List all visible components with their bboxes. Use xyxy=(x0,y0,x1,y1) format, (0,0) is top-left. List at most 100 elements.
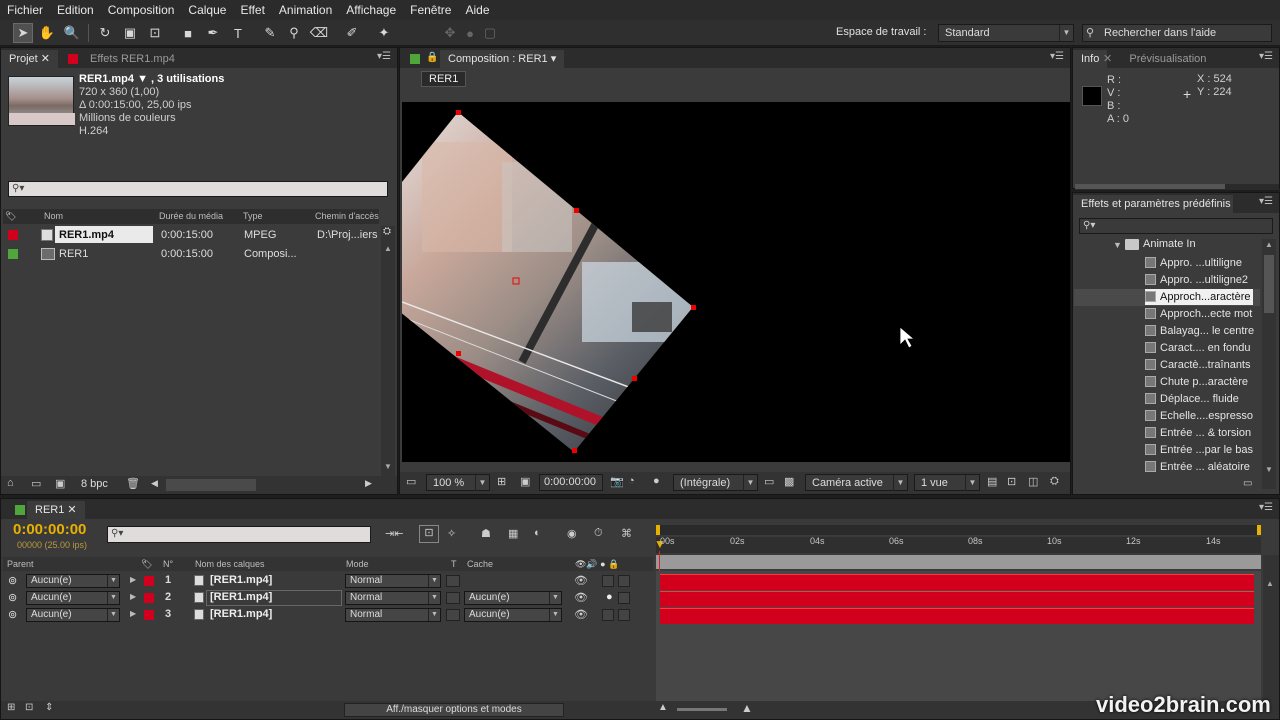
scroll-down-icon[interactable]: ▼ xyxy=(1265,465,1273,474)
project-scrollbar[interactable]: ⛭ ▲ ▼ xyxy=(381,226,395,476)
auto-keyframe-icon[interactable]: ⏱ xyxy=(594,527,603,540)
flowchart-icon[interactable]: ⛭ xyxy=(1050,475,1059,488)
table-row[interactable]: RER1.mp4 0:00:15:00 MPEG D:\Proj...iers xyxy=(3,226,379,244)
roto-brush-icon[interactable]: ✐ xyxy=(342,23,362,43)
effect-preset-item[interactable]: Entrée ...par le bas xyxy=(1145,442,1253,458)
eraser-tool-icon[interactable]: ⌫ xyxy=(309,23,329,43)
menu-affichage[interactable]: Affichage xyxy=(339,0,403,20)
scroll-up-icon[interactable]: ▲ xyxy=(1265,240,1273,249)
toggle-switches-modes-button[interactable]: Aff./masquer options et modes xyxy=(344,703,564,717)
label-swatch[interactable] xyxy=(144,576,154,586)
scroll-up-icon[interactable]: ▲ xyxy=(384,244,392,253)
parent-pickwhip-icon[interactable]: ⊚ xyxy=(8,574,17,587)
show-snapshot-icon[interactable]: ◔ xyxy=(628,475,635,487)
rectangle-tool-icon[interactable]: ■ xyxy=(178,23,198,43)
effect-preset-item[interactable]: Caract.... en fondu xyxy=(1145,340,1251,356)
scroll-up-icon[interactable]: ▲ xyxy=(1266,579,1274,588)
snapshot-icon[interactable]: 📷 xyxy=(610,475,624,488)
transform-handle[interactable] xyxy=(691,305,696,310)
trash-icon[interactable]: 🗑 xyxy=(126,477,140,490)
layer-duration-bar[interactable] xyxy=(660,574,1254,590)
rotate-tool-icon[interactable]: ↻ xyxy=(95,23,115,43)
camera-tool-icon[interactable]: ▣ xyxy=(120,23,140,43)
help-search-input[interactable]: Rechercher dans l'aide xyxy=(1104,27,1216,39)
transform-handle[interactable] xyxy=(632,376,637,381)
axis-mode-icon[interactable]: ✥ xyxy=(440,23,460,43)
region-of-interest-icon[interactable]: ▭ xyxy=(764,475,774,488)
views-select[interactable]: 1 vue ▼ xyxy=(914,474,980,491)
lock-toggle[interactable] xyxy=(618,609,630,621)
help-search-box[interactable]: ⚲ Rechercher dans l'aide xyxy=(1082,24,1272,42)
eye-icon[interactable]: 👁 xyxy=(574,574,588,587)
layer-duration-bar[interactable] xyxy=(660,608,1254,624)
panel-menu-icon[interactable]: ▾☰ xyxy=(1259,196,1273,207)
folder-animate-in[interactable]: Animate In xyxy=(1143,238,1196,250)
timeline-icon[interactable]: ◫ xyxy=(1028,475,1038,488)
shy-layers-icon[interactable]: ☗ xyxy=(481,527,491,540)
scroll-down-icon[interactable]: ▼ xyxy=(384,462,392,471)
expand-layer-icon[interactable]: ▶ xyxy=(130,609,136,618)
col-type[interactable]: Type xyxy=(243,209,263,223)
preserve-transparency-checkbox[interactable] xyxy=(446,592,460,604)
interpret-footage-icon[interactable]: ⌂ xyxy=(7,477,14,489)
timeline-timecode[interactable]: 0:00:00:00 xyxy=(13,521,86,538)
track-matte-select[interactable]: Aucun(e) ▼ xyxy=(464,608,562,622)
menu-fenetre[interactable]: Fenêtre xyxy=(403,0,458,20)
timeline-search-input[interactable]: ⚲▾ xyxy=(107,526,371,543)
timeline-scrollbar[interactable]: ▲ xyxy=(1263,555,1279,705)
zoom-in-icon[interactable]: ▲ xyxy=(741,701,753,715)
parent-pickwhip-icon[interactable]: ⊚ xyxy=(8,608,17,621)
info-scrollbar[interactable] xyxy=(1075,184,1225,189)
col-mode[interactable]: Mode xyxy=(346,557,369,571)
solo-toggle[interactable] xyxy=(602,575,614,587)
solo-toggle[interactable]: ● xyxy=(606,591,613,603)
effect-preset-item[interactable]: Echelle....espresso xyxy=(1145,408,1253,424)
col-parent[interactable]: Parent xyxy=(7,557,34,571)
transparency-grid-icon[interactable]: ▩ xyxy=(784,475,794,488)
preserve-transparency-checkbox[interactable] xyxy=(446,575,460,587)
mode-select[interactable]: Normal ▼ xyxy=(345,608,441,622)
composition-viewer[interactable] xyxy=(402,102,1070,462)
scroll-right-icon[interactable]: ▶ xyxy=(365,478,372,489)
effect-preset-item[interactable]: Appro. ...ultiligne2 xyxy=(1145,272,1248,288)
col-cache[interactable]: Cache xyxy=(467,557,493,571)
new-preset-icon[interactable]: ▭ xyxy=(1243,478,1252,489)
clone-tool-icon[interactable]: ⚲ xyxy=(284,23,304,43)
tab-timeline-rer1[interactable]: RER1 ✕ xyxy=(27,501,85,519)
menu-calque[interactable]: Calque xyxy=(181,0,233,20)
brainstorm-icon[interactable]: ◉ xyxy=(567,527,577,540)
panel-menu-icon[interactable]: ▾☰ xyxy=(377,51,391,62)
toggle-pixel-icon[interactable]: ▤ xyxy=(987,475,997,488)
comp-breadcrumb[interactable]: RER1 xyxy=(421,71,467,87)
col-layer-name[interactable]: Nom des calques xyxy=(195,557,265,571)
tab-project[interactable]: Projet ✕ xyxy=(1,50,59,68)
layer-row[interactable]: ⊚ Aucun(e) ▼ ▶ 2 [RER1.mp4] Normal ▼ Aucun… xyxy=(2,590,654,607)
col-num[interactable]: N° xyxy=(163,557,173,571)
safe-margins-icon[interactable]: ⊞ xyxy=(497,475,506,488)
motion-blur-icon[interactable]: ◐ xyxy=(534,527,541,539)
effect-preset-item[interactable]: Balayag... le centre xyxy=(1145,323,1254,339)
effects-scrollbar[interactable]: ▲ ▼ xyxy=(1262,239,1276,489)
effect-preset-item[interactable]: Déplace... fluide xyxy=(1145,391,1239,407)
effect-preset-item[interactable]: Caractè...traînants xyxy=(1145,357,1251,373)
menu-aide[interactable]: Aide xyxy=(458,0,496,20)
camera-select[interactable]: Caméra active ▼ xyxy=(805,474,908,491)
col-name[interactable]: Nom xyxy=(44,209,63,223)
expand-layer-icon[interactable]: ▶ xyxy=(130,592,136,601)
col-duration[interactable]: Durée du média xyxy=(159,209,223,223)
lock-icon[interactable]: 🔒 xyxy=(426,52,438,63)
menu-animation[interactable]: Animation xyxy=(272,0,339,20)
label-swatch[interactable] xyxy=(144,593,154,603)
parent-select[interactable]: Aucun(e) ▼ xyxy=(26,574,120,588)
expand-layer-icon[interactable]: ▶ xyxy=(130,575,136,584)
current-time-field[interactable]: 0:00:00:00 xyxy=(539,474,603,491)
lock-toggle[interactable] xyxy=(618,592,630,604)
mode-select[interactable]: Normal ▼ xyxy=(345,574,441,588)
resolution-select[interactable]: (Intégrale) ▼ xyxy=(673,474,758,491)
effect-preset-item[interactable]: Appro. ...ultiligne xyxy=(1145,255,1242,271)
hand-tool-icon[interactable]: ✋ xyxy=(37,23,57,43)
parent-pickwhip-icon[interactable]: ⊚ xyxy=(8,591,17,604)
zoom-select[interactable]: 100 % ▼ xyxy=(426,474,490,491)
panel-menu-icon[interactable]: ▾☰ xyxy=(1259,51,1273,62)
region-icon[interactable]: ▣ xyxy=(520,475,530,488)
